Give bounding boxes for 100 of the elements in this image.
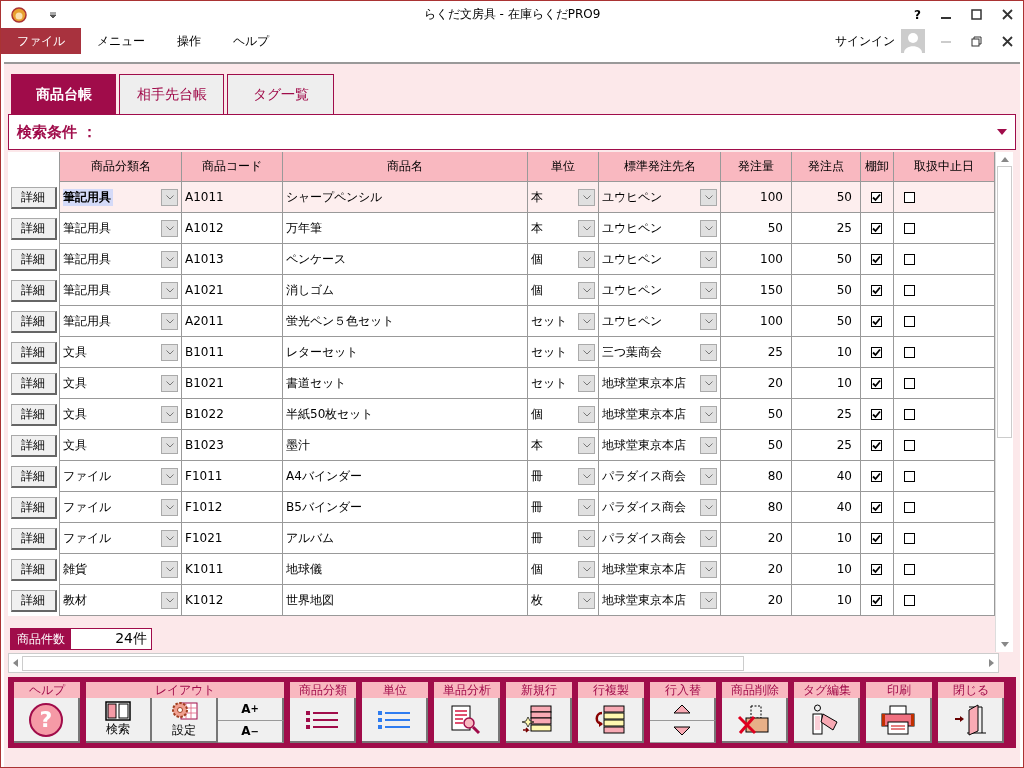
checkbox[interactable] bbox=[871, 346, 882, 358]
dropdown-button[interactable] bbox=[578, 188, 595, 206]
checkbox[interactable] bbox=[904, 563, 915, 575]
category-field[interactable]: 教材 bbox=[60, 585, 182, 616]
column-header[interactable]: 発注点 bbox=[792, 152, 861, 182]
dropdown-button[interactable] bbox=[161, 343, 178, 361]
column-header[interactable]: 商品名 bbox=[283, 152, 528, 182]
checkbox[interactable] bbox=[871, 315, 882, 327]
category-field[interactable]: 雑貨 bbox=[60, 554, 182, 585]
detail-button[interactable]: 詳細 bbox=[10, 217, 57, 240]
toolbar-button[interactable] bbox=[794, 698, 860, 743]
dropdown-button[interactable] bbox=[578, 343, 595, 361]
category-field[interactable]: ファイル bbox=[60, 523, 182, 554]
dropdown-button[interactable] bbox=[161, 529, 178, 547]
detail-button[interactable]: 詳細 bbox=[10, 589, 57, 612]
maximize-icon[interactable] bbox=[971, 9, 982, 20]
category-field[interactable]: 筆記用具 bbox=[60, 306, 182, 337]
supplier-field[interactable]: 三つ葉商会 bbox=[599, 337, 721, 368]
dropdown-button[interactable] bbox=[161, 467, 178, 485]
detail-button[interactable]: 詳細 bbox=[10, 496, 57, 519]
help-button[interactable]: ? bbox=[914, 7, 921, 22]
dropdown-button[interactable] bbox=[700, 343, 717, 361]
unit-field[interactable]: セット bbox=[528, 368, 599, 399]
toolbar-button[interactable] bbox=[722, 698, 788, 743]
checkbox[interactable] bbox=[904, 315, 915, 327]
checkbox[interactable] bbox=[871, 594, 882, 606]
category-field[interactable]: 文具 bbox=[60, 399, 182, 430]
checkbox[interactable] bbox=[871, 439, 882, 451]
close-icon[interactable] bbox=[1002, 35, 1013, 47]
checkbox[interactable] bbox=[871, 222, 882, 234]
supplier-field[interactable]: ユウヒペン bbox=[599, 182, 721, 213]
detail-button[interactable]: 詳細 bbox=[10, 186, 57, 209]
vertical-scrollbar[interactable] bbox=[995, 152, 1013, 652]
tab[interactable]: 商品台帳 bbox=[11, 74, 116, 114]
toolbar-button[interactable]: 設定 bbox=[152, 698, 218, 743]
unit-field[interactable]: 個 bbox=[528, 554, 599, 585]
dropdown-button[interactable] bbox=[161, 188, 178, 206]
unit-field[interactable]: 個 bbox=[528, 275, 599, 306]
supplier-field[interactable]: 地球堂東京本店 bbox=[599, 554, 721, 585]
scroll-left-icon[interactable] bbox=[13, 659, 18, 667]
category-field[interactable]: 文具 bbox=[60, 430, 182, 461]
category-field[interactable]: 筆記用具 bbox=[60, 244, 182, 275]
supplier-field[interactable]: パラダイス商会 bbox=[599, 461, 721, 492]
unit-field[interactable]: 個 bbox=[528, 399, 599, 430]
checkbox[interactable] bbox=[904, 377, 915, 389]
column-header[interactable]: 棚卸 bbox=[861, 152, 894, 182]
dropdown-button[interactable] bbox=[161, 312, 178, 330]
detail-button[interactable]: 詳細 bbox=[10, 341, 57, 364]
toolbar-button[interactable] bbox=[578, 698, 644, 743]
dropdown-button[interactable] bbox=[700, 560, 717, 578]
dropdown-button[interactable] bbox=[161, 281, 178, 299]
checkbox[interactable] bbox=[871, 470, 882, 482]
supplier-field[interactable]: 地球堂東京本店 bbox=[599, 430, 721, 461]
dropdown-button[interactable] bbox=[700, 281, 717, 299]
detail-button[interactable]: 詳細 bbox=[10, 434, 57, 457]
supplier-field[interactable]: ユウヒペン bbox=[599, 213, 721, 244]
menu-item[interactable]: ファイル bbox=[1, 28, 81, 54]
dropdown-button[interactable] bbox=[578, 560, 595, 578]
detail-button[interactable]: 詳細 bbox=[10, 465, 57, 488]
unit-field[interactable]: 本 bbox=[528, 213, 599, 244]
toolbar-button[interactable] bbox=[938, 698, 1004, 743]
detail-button[interactable]: 詳細 bbox=[10, 372, 57, 395]
checkbox[interactable] bbox=[904, 346, 915, 358]
unit-field[interactable]: セット bbox=[528, 306, 599, 337]
category-field[interactable]: 筆記用具 bbox=[60, 275, 182, 306]
detail-button[interactable]: 詳細 bbox=[10, 558, 57, 581]
dropdown-button[interactable] bbox=[700, 529, 717, 547]
checkbox[interactable] bbox=[871, 408, 882, 420]
dropdown-button[interactable] bbox=[161, 374, 178, 392]
unit-field[interactable]: 本 bbox=[528, 430, 599, 461]
unit-field[interactable]: 冊 bbox=[528, 523, 599, 554]
dropdown-button[interactable] bbox=[578, 250, 595, 268]
checkbox[interactable] bbox=[904, 439, 915, 451]
scroll-down-icon[interactable] bbox=[1000, 642, 1009, 647]
toolbar-button[interactable]: 検索 bbox=[86, 698, 152, 743]
dropdown-button[interactable] bbox=[578, 498, 595, 516]
dropdown-button[interactable] bbox=[578, 374, 595, 392]
dropdown-button[interactable] bbox=[161, 219, 178, 237]
checkbox[interactable] bbox=[904, 501, 915, 513]
unit-field[interactable]: 本 bbox=[528, 182, 599, 213]
dropdown-button[interactable] bbox=[161, 591, 178, 609]
column-header[interactable]: 取扱中止日 bbox=[894, 152, 995, 182]
checkbox[interactable] bbox=[904, 594, 915, 606]
supplier-field[interactable]: ユウヒペン bbox=[599, 275, 721, 306]
checkbox[interactable] bbox=[871, 377, 882, 389]
dropdown-button[interactable] bbox=[578, 436, 595, 454]
close-icon[interactable] bbox=[1002, 9, 1013, 20]
scroll-up-icon[interactable] bbox=[1000, 157, 1009, 162]
checkbox[interactable] bbox=[904, 284, 915, 296]
detail-button[interactable]: 詳細 bbox=[10, 279, 57, 302]
dropdown-button[interactable] bbox=[161, 498, 178, 516]
supplier-field[interactable]: パラダイス商会 bbox=[599, 523, 721, 554]
supplier-field[interactable]: パラダイス商会 bbox=[599, 492, 721, 523]
dropdown-button[interactable] bbox=[700, 312, 717, 330]
menu-item[interactable]: メニュー bbox=[81, 28, 161, 54]
move-up-button[interactable] bbox=[650, 698, 716, 721]
horizontal-scrollbar[interactable] bbox=[8, 653, 999, 673]
dropdown-button[interactable] bbox=[700, 436, 717, 454]
dropdown-button[interactable] bbox=[700, 405, 717, 423]
unit-field[interactable]: セット bbox=[528, 337, 599, 368]
